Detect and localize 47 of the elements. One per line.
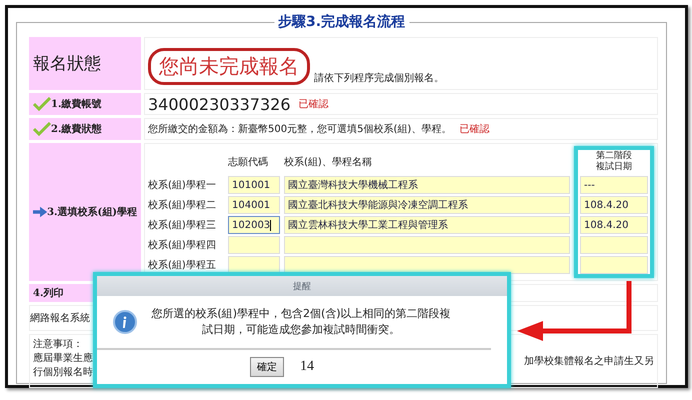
step-value: 34000230337326 (148, 94, 291, 114)
checkmark-icon (33, 122, 51, 136)
department-field[interactable] (284, 256, 570, 274)
department-field[interactable]: 國立雲林科技大學工業工程與管理系 (284, 216, 570, 234)
choice-label: 校系(組)學程五 (148, 258, 217, 272)
step-value: 您所繳交的金額為：新臺幣500元整，您可選填5個校系(組)、學程。 (148, 122, 452, 136)
status-note: 請依下列程序完成個別報名。 (314, 72, 444, 85)
department-field[interactable]: 國立臺灣科技大學機械工程系 (284, 176, 570, 194)
step-label: 3.選填校系(組)學程 (47, 206, 137, 219)
date-field: 108.4.20 (580, 216, 648, 234)
code-field[interactable]: 102003 (228, 216, 280, 234)
step-label: 2.繳費狀態 (51, 122, 102, 136)
department-field[interactable]: 國立臺北科技大學能源與冷凍空調工程系 (284, 196, 570, 214)
status-headline: 您尚未完成報名 (148, 48, 310, 85)
checkmark-icon (33, 97, 51, 111)
dialog-title: 提醒 (293, 280, 311, 292)
step-label: 4.列印 (33, 286, 64, 300)
dialog-message: 您所選的校系(組)學程中，包含2個(含)以上相同的第二階段複試日期，可能造成您參加複試時間衝突。 (151, 306, 451, 338)
note-line: 加學校集體報名之申請生又另 (524, 354, 654, 368)
department-field[interactable] (284, 236, 570, 254)
date-field (580, 236, 648, 254)
step-label: 1.繳費帳號 (51, 98, 102, 111)
confirmed-text: 已確認 (459, 122, 490, 136)
code-field[interactable] (228, 236, 280, 254)
date-field (580, 256, 648, 274)
code-field[interactable]: 101001 (228, 176, 280, 194)
print-text: 網路報名系統 (30, 312, 90, 325)
counter-text: 14 (300, 359, 314, 375)
date-field: 108.4.20 (580, 196, 648, 214)
status-label: 報名狀態 (33, 53, 101, 75)
note-line: 應屆畢業生應 (33, 352, 93, 365)
date-field: --- (580, 176, 648, 194)
code-field[interactable]: 104001 (228, 196, 280, 214)
column-header: 志願代碼 (228, 156, 269, 169)
choice-label: 校系(組)學程三 (148, 218, 217, 232)
choice-label: 校系(組)學程二 (148, 198, 217, 212)
info-icon (113, 310, 137, 334)
confirmed-text: 已確認 (298, 98, 329, 111)
section-legend: 步驟3.完成報名流程 (274, 13, 410, 31)
confirm-button[interactable]: 確定 (250, 357, 284, 377)
note-line: 注意事項： (33, 338, 83, 351)
arrow-right-icon (33, 206, 48, 218)
choice-label: 校系(組)學程一 (148, 178, 217, 192)
note-line: 行個別報名時 (33, 366, 93, 379)
choice-label: 校系(組)學程四 (148, 238, 217, 252)
column-header: 校系(組)、學程名稱 (284, 156, 373, 169)
column-header: 第二階段 複試日期 (595, 151, 633, 173)
